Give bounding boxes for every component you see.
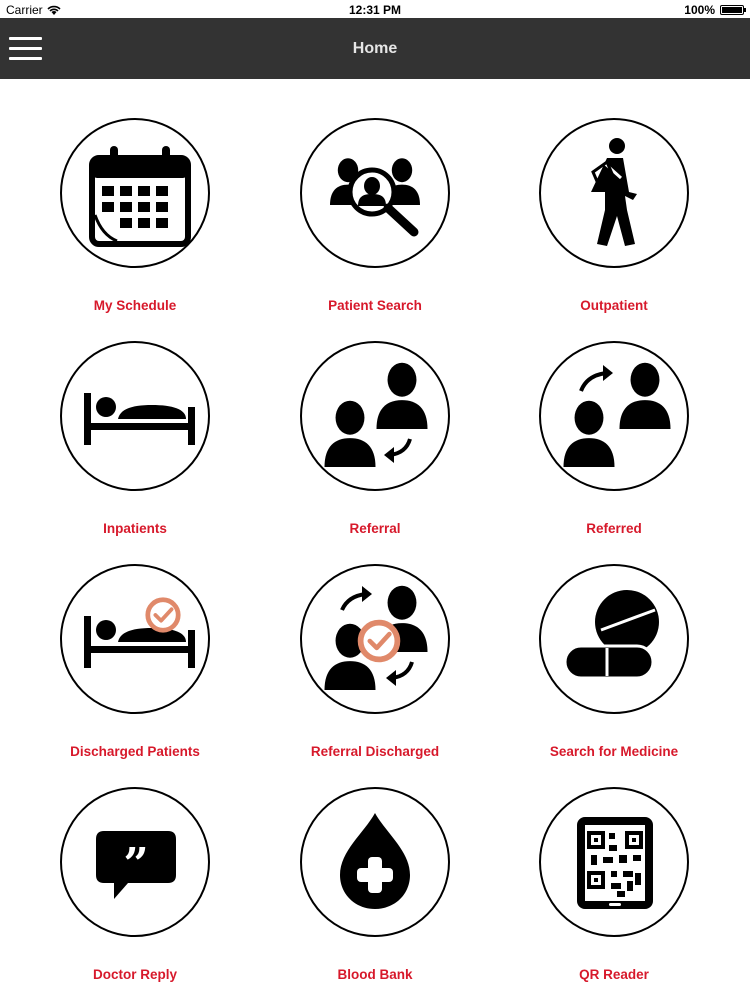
tile-outpatient[interactable]: Outpatient — [494, 118, 734, 318]
tile-referral-discharged[interactable]: Referral Discharged — [255, 564, 495, 764]
status-time: 12:31 PM — [348, 3, 402, 17]
battery-icon — [720, 5, 746, 15]
tile-circle — [539, 564, 689, 714]
check-icon — [148, 600, 178, 630]
qr-phone-icon — [577, 817, 653, 909]
referral-discharged-icon — [324, 585, 428, 690]
tile-qr-reader[interactable]: QR Reader — [494, 787, 734, 987]
tile-patient-search[interactable]: Patient Search — [255, 118, 495, 318]
blood-drop-icon — [340, 813, 410, 909]
tile-label: QR Reader — [579, 967, 649, 982]
tile-circle — [300, 118, 450, 268]
referred-icon — [563, 362, 671, 467]
tile-label: Referred — [586, 521, 642, 536]
discharged-bed-icon — [84, 566, 195, 668]
tile-label: Referral — [349, 521, 401, 536]
tile-label: Referral Discharged — [310, 744, 440, 759]
battery-percent: 100% — [684, 3, 715, 17]
tile-circle: ” — [60, 787, 210, 937]
medicine-pills-icon — [563, 590, 659, 680]
navigation-bar: Home — [0, 18, 750, 79]
patient-search-icon — [330, 158, 420, 237]
tile-label: Discharged Patients — [70, 744, 200, 759]
tile-circle — [539, 118, 689, 268]
tile-circle — [539, 787, 689, 937]
tile-circle — [300, 564, 450, 714]
calendar-icon — [89, 146, 191, 247]
chat-quote-icon: ” — [96, 831, 176, 899]
tile-label: My Schedule — [93, 298, 177, 313]
tile-circle — [539, 341, 689, 491]
tile-label: Inpatients — [103, 521, 167, 536]
tile-search-for-medicine[interactable]: Search for Medicine — [494, 564, 734, 764]
tile-label: Doctor Reply — [92, 967, 177, 982]
tile-circle — [300, 787, 450, 937]
tile-circle — [300, 341, 450, 491]
status-bar: Carrier 12:31 PM 100% — [0, 0, 750, 20]
tile-label: Search for Medicine — [549, 744, 679, 759]
svg-text:”: ” — [123, 839, 148, 890]
bed-icon — [84, 393, 195, 445]
tile-label: Patient Search — [328, 298, 422, 313]
tile-doctor-reply[interactable]: ” Doctor Reply — [15, 787, 255, 987]
tile-label: Blood Bank — [337, 967, 413, 982]
tile-label: Outpatient — [580, 298, 648, 313]
referral-icon — [324, 362, 428, 467]
tile-blood-bank[interactable]: Blood Bank — [255, 787, 495, 987]
battery-info: 100% — [684, 3, 746, 17]
tile-referred[interactable]: Referred — [494, 341, 734, 541]
tile-inpatients[interactable]: Inpatients — [15, 341, 255, 541]
tile-my-schedule[interactable]: My Schedule — [15, 118, 255, 318]
battery-level — [722, 7, 742, 13]
tile-circle — [60, 118, 210, 268]
tile-circle — [60, 341, 210, 491]
tile-circle — [60, 564, 210, 714]
tile-referral[interactable]: Referral — [255, 341, 495, 541]
check-icon — [361, 623, 398, 660]
tile-discharged-patients[interactable]: Discharged Patients — [15, 564, 255, 764]
walking-patient-icon — [591, 138, 637, 246]
page-title: Home — [352, 40, 398, 57]
